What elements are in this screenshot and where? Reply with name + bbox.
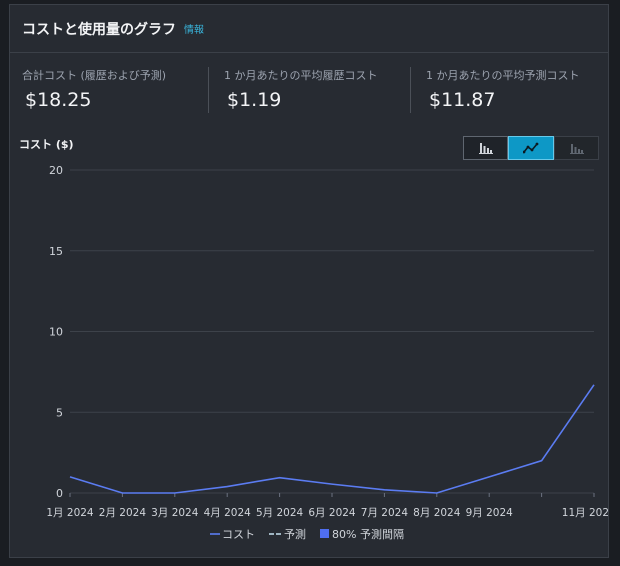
y-tick-label: 20 bbox=[49, 164, 63, 177]
y-tick-label: 10 bbox=[49, 326, 63, 339]
metric-value: $18.25 bbox=[25, 89, 92, 111]
panel-title: コストと使用量のグラフ bbox=[22, 21, 176, 38]
stacked-bar-chart-icon bbox=[569, 144, 584, 154]
metric-total-cost: 合計コスト (履歴および予測) $18.25 bbox=[22, 67, 166, 115]
info-link[interactable]: 情報 bbox=[184, 21, 204, 36]
line-chart-icon bbox=[523, 142, 539, 154]
summary-metrics: 合計コスト (履歴および予測) $18.25 1 か月あたりの平均履歴コスト $… bbox=[10, 67, 608, 117]
legend-label: コスト bbox=[222, 528, 255, 541]
bar-chart-icon bbox=[478, 143, 493, 154]
cost-line-chart: 20 15 10 5 0 1月 2024 2月 2024 3月 2024 4月 2024 5月 2… bbox=[46, 164, 609, 541]
legend-label: 予測 bbox=[284, 527, 306, 541]
metric-value: $11.87 bbox=[429, 89, 496, 111]
y-tick-label: 5 bbox=[56, 406, 63, 419]
x-tick-label: 1月 2024 bbox=[46, 507, 94, 519]
metric-avg-forecast: 1 か月あたりの平均予測コスト $11.87 bbox=[426, 67, 580, 115]
x-tick-label: 9月 2024 bbox=[466, 507, 514, 519]
cost-usage-panel: コストと使用量のグラフ 情報 合計コスト (履歴および予測) $18.25 1 … bbox=[9, 4, 609, 558]
series-line-cost bbox=[69, 384, 595, 494]
x-tick-label: 4月 2024 bbox=[204, 507, 252, 519]
x-tick-label: 7月 2024 bbox=[361, 507, 409, 519]
x-tick-label: 3月 2024 bbox=[151, 507, 199, 519]
legend-label: 80% 予測間隔 bbox=[332, 527, 404, 541]
metric-label: 合計コスト (履歴および予測) bbox=[22, 69, 167, 82]
x-tick-label: 5月 2024 bbox=[256, 507, 304, 519]
y-axis-title: コスト ($) bbox=[19, 138, 74, 151]
metric-divider bbox=[410, 67, 411, 113]
y-tick-label: 0 bbox=[56, 487, 63, 500]
metric-label: 1 か月あたりの平均履歴コスト bbox=[224, 69, 378, 82]
metric-label: 1 か月あたりの平均予測コスト bbox=[426, 69, 580, 82]
metric-divider bbox=[208, 67, 209, 113]
x-tick-label: 11月 2024** bbox=[562, 507, 609, 519]
metric-value: $1.19 bbox=[227, 89, 282, 111]
x-tick-label: 6月 2024 bbox=[308, 507, 356, 519]
y-tick-label: 15 bbox=[49, 245, 63, 258]
panel-header: コストと使用量のグラフ 情報 bbox=[10, 5, 608, 53]
legend-swatch-square bbox=[320, 529, 329, 538]
metric-avg-historical: 1 か月あたりの平均履歴コスト $1.19 bbox=[224, 67, 378, 115]
x-tick-label: 2月 2024 bbox=[99, 507, 147, 519]
x-tick-label: 8月 2024 bbox=[413, 507, 461, 519]
